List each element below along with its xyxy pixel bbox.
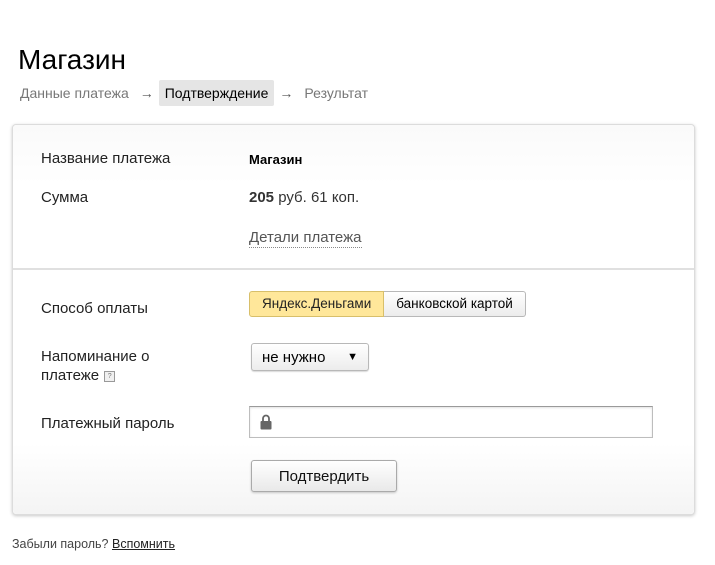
step-result: Результат	[304, 85, 369, 101]
remember-password-link[interactable]: Вспомнить	[112, 537, 175, 551]
amount-value: 205 руб. 61 коп.	[249, 189, 359, 206]
forgot-password-text: Забыли пароль?	[12, 537, 112, 551]
reminder-label: Напоминание о платеже?	[41, 347, 149, 385]
password-input[interactable]	[280, 407, 644, 439]
reminder-select[interactable]: не нужно ▼	[251, 343, 369, 371]
reminder-label-line1: Напоминание о	[41, 348, 150, 365]
method-bank-card-button[interactable]: банковской картой	[384, 291, 526, 317]
amount-label: Сумма	[41, 189, 89, 206]
payment-card: Название платежа Магазин Сумма 205 руб. …	[12, 124, 695, 515]
reminder-label-line2: платеже	[41, 367, 100, 384]
payment-method-toggle: Яндекс.Деньгами банковской картой	[249, 291, 526, 317]
password-field[interactable]	[249, 406, 653, 439]
lock-icon	[260, 414, 272, 430]
step-payment-data: Данные платежа	[20, 85, 129, 101]
payment-details-link[interactable]: Детали платежа	[249, 229, 362, 248]
amount-rubles: 205	[249, 189, 275, 206]
help-icon[interactable]: ?	[104, 370, 116, 382]
step-confirmation: Подтверждение	[158, 80, 275, 106]
step-arrow-icon: →	[139, 85, 154, 101]
reminder-select-value: не нужно	[262, 348, 326, 366]
step-arrow-icon: →	[279, 85, 294, 101]
payment-name-label: Название платежа	[41, 150, 171, 167]
breadcrumb-steps: Данные платежа → Подтверждение → Результ…	[18, 80, 374, 106]
password-label: Платежный пароль	[41, 415, 175, 432]
chevron-down-icon: ▼	[347, 351, 358, 363]
confirm-button[interactable]: Подтвердить	[251, 460, 397, 492]
amount-rest: руб. 61 коп.	[274, 189, 360, 206]
card-divider	[13, 268, 694, 270]
page-title: Магазин	[18, 43, 127, 75]
method-yandex-money-button[interactable]: Яндекс.Деньгами	[249, 291, 385, 317]
payment-name-value: Магазин	[249, 152, 303, 167]
forgot-password-footer: Забыли пароль? Вспомнить	[12, 537, 175, 551]
payment-method-label: Способ оплаты	[41, 300, 148, 317]
